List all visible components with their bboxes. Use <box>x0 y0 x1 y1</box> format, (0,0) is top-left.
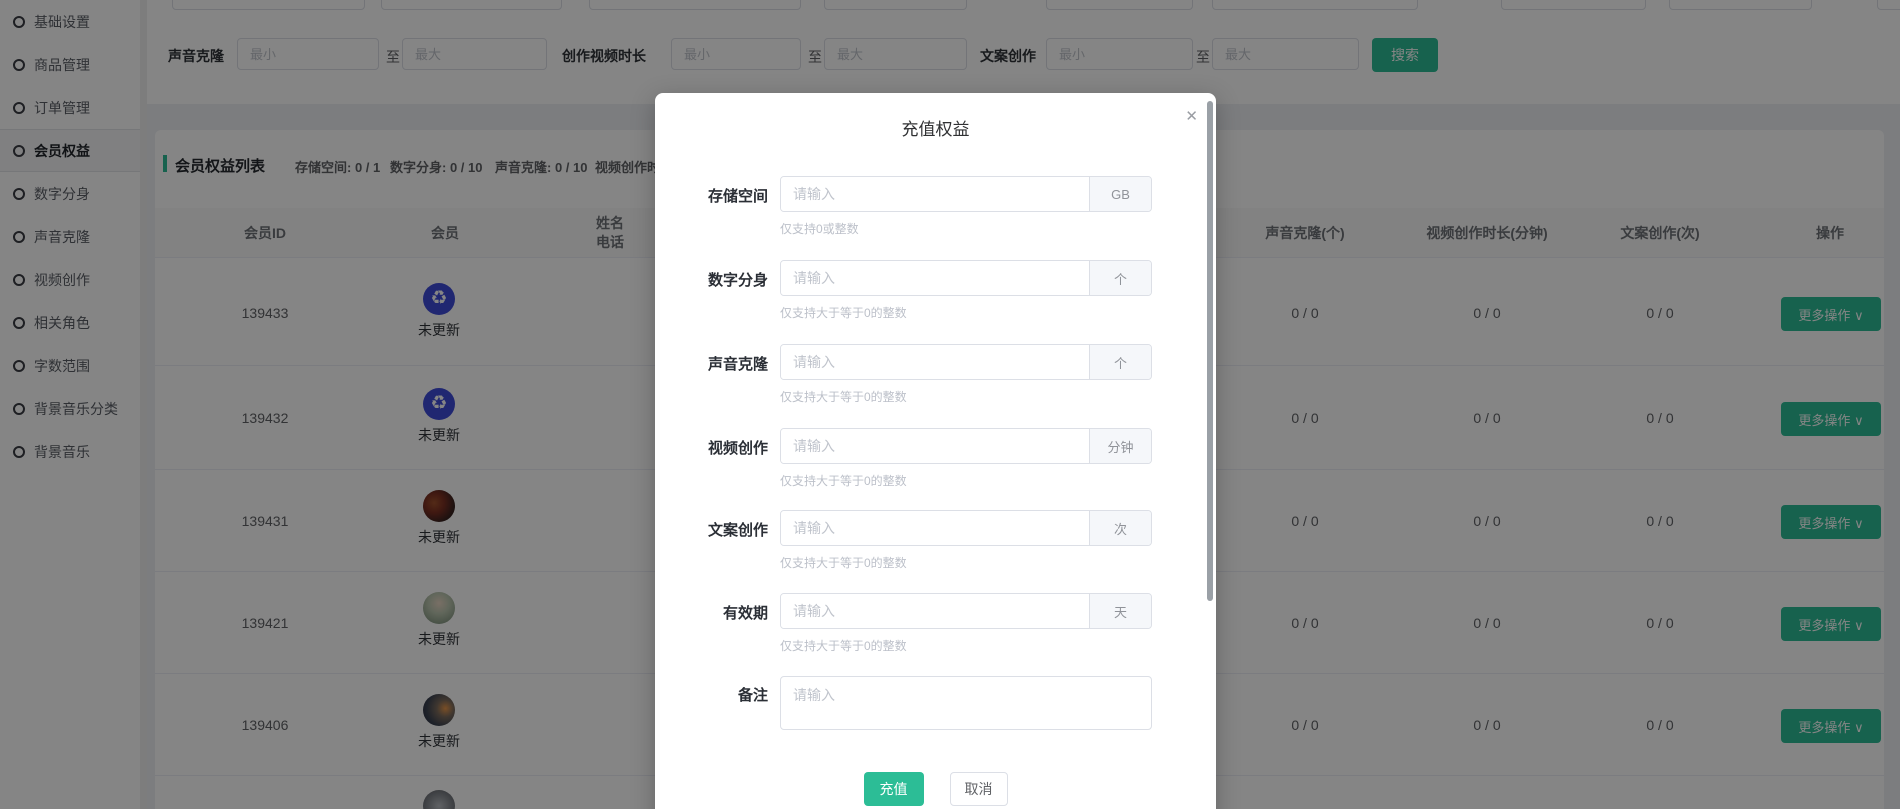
close-icon[interactable]: ✕ <box>1185 109 1198 124</box>
unit-days: 天 <box>1089 594 1151 628</box>
copywriting-hint: 仅支持大于等于0的整数 <box>780 554 907 571</box>
modal-scrollbar[interactable] <box>1207 101 1213 601</box>
video-creation-input[interactable] <box>781 429 1089 463</box>
recharge-confirm-button[interactable]: 充值 <box>864 772 924 806</box>
unit-gb: GB <box>1089 177 1151 211</box>
storage-label: 存储空间 <box>655 185 768 206</box>
voice-clone-input-group: 个 <box>780 344 1152 380</box>
unit-ge: 个 <box>1089 261 1151 295</box>
unit-ge: 个 <box>1089 345 1151 379</box>
recharge-benefits-modal: 充值权益 ✕ 存储空间 GB 仅支持0或整数 数字分身 个 仅支持大于等于0的整… <box>655 93 1216 809</box>
modal-title: 充值权益 <box>655 115 1216 140</box>
video-creation-label: 视频创作 <box>655 437 768 458</box>
storage-input[interactable] <box>781 177 1089 211</box>
video-creation-hint: 仅支持大于等于0的整数 <box>780 472 907 489</box>
validity-input-group: 天 <box>780 593 1152 629</box>
copywriting-input[interactable] <box>781 511 1089 545</box>
storage-hint: 仅支持0或整数 <box>780 220 859 237</box>
unit-times: 次 <box>1089 511 1151 545</box>
voice-clone-input[interactable] <box>781 345 1089 379</box>
digital-avatar-label: 数字分身 <box>655 269 768 290</box>
digital-avatar-input[interactable] <box>781 261 1089 295</box>
remark-textarea[interactable] <box>780 676 1152 730</box>
validity-hint: 仅支持大于等于0的整数 <box>780 637 907 654</box>
digital-avatar-input-group: 个 <box>780 260 1152 296</box>
cancel-button[interactable]: 取消 <box>950 772 1008 806</box>
validity-input[interactable] <box>781 594 1089 628</box>
video-creation-input-group: 分钟 <box>780 428 1152 464</box>
voice-clone-label: 声音克隆 <box>655 353 768 374</box>
unit-minutes: 分钟 <box>1089 429 1151 463</box>
remark-label: 备注 <box>655 684 768 705</box>
modal-button-row: 充值 取消 <box>655 772 1216 806</box>
voice-clone-hint: 仅支持大于等于0的整数 <box>780 388 907 405</box>
copywriting-input-group: 次 <box>780 510 1152 546</box>
digital-avatar-hint: 仅支持大于等于0的整数 <box>780 304 907 321</box>
storage-input-group: GB <box>780 176 1152 212</box>
copywriting-label: 文案创作 <box>655 519 768 540</box>
validity-label: 有效期 <box>655 602 768 623</box>
